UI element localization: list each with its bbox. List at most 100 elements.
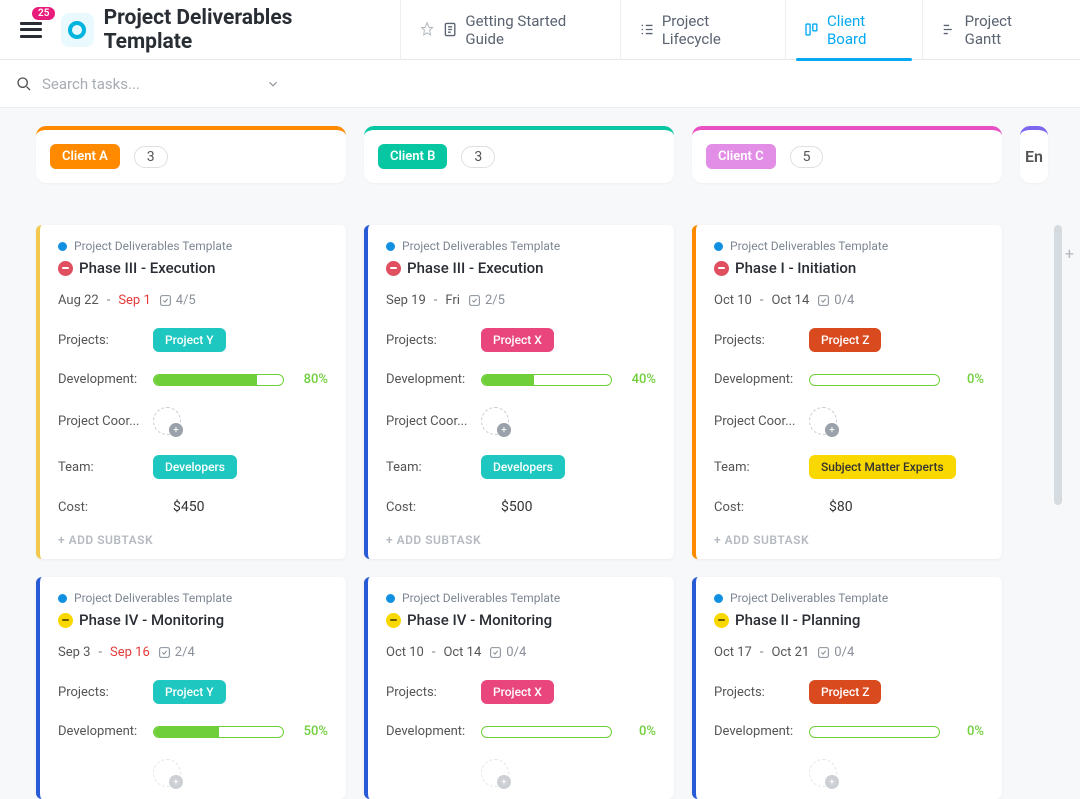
field-development: Development:0% — [386, 724, 656, 739]
assign-avatar[interactable] — [153, 407, 181, 435]
search-icon — [16, 76, 32, 92]
card-title: Phase IV - Monitoring — [386, 611, 656, 629]
add-subtask-button[interactable]: + ADD SUBTASK — [58, 533, 328, 547]
space-dot-icon — [714, 242, 723, 251]
space-icon[interactable] — [61, 13, 94, 47]
status-icon — [58, 261, 73, 276]
assign-avatar[interactable] — [809, 407, 837, 435]
progress-bar — [809, 374, 940, 386]
add-subtask-button[interactable]: + ADD SUBTASK — [386, 533, 656, 547]
space-dot-icon — [386, 242, 395, 251]
column-chip: Client B — [378, 144, 447, 169]
card-dates: Sep 3-Sep 16 2/4 — [58, 645, 328, 660]
menu-button[interactable]: 25 — [14, 12, 49, 48]
column-header-a[interactable]: Client A 3 — [36, 126, 346, 183]
field-cost: Cost:$500 — [386, 499, 656, 515]
tab-lifecycle[interactable]: Project Lifecycle — [620, 0, 785, 60]
card-dates: Aug 22-Sep 1 4/5 — [58, 293, 328, 308]
task-card[interactable]: Project Deliverables Template Phase I - … — [692, 225, 1002, 559]
project-tag[interactable]: Project Z — [809, 680, 881, 704]
space-dot-icon — [714, 594, 723, 603]
assign-avatar[interactable] — [153, 759, 181, 787]
field-projects: Projects:Project X — [386, 328, 656, 352]
field-coordinator — [386, 759, 656, 787]
field-team: Team:Developers — [58, 455, 328, 479]
add-column-icon[interactable]: + — [1065, 244, 1074, 263]
column-header-c[interactable]: Client C 5 — [692, 126, 1002, 183]
card-title: Phase III - Execution — [58, 259, 328, 277]
space-dot-icon — [58, 242, 67, 251]
view-tabs: Getting Started Guide Project Lifecycle … — [400, 0, 1066, 60]
assign-avatar[interactable] — [481, 759, 509, 787]
project-tag[interactable]: Project Y — [153, 680, 226, 704]
task-card[interactable]: Project Deliverables Template Phase II -… — [692, 577, 1002, 799]
project-tag[interactable]: Project Z — [809, 328, 881, 352]
team-tag[interactable]: Subject Matter Experts — [809, 455, 956, 479]
column-header-extra[interactable]: En — [1020, 126, 1048, 183]
pin-icon — [419, 21, 435, 38]
progress-bar — [153, 374, 284, 386]
field-development: Development:0% — [714, 724, 984, 739]
field-coordinator — [714, 759, 984, 787]
board-headers: Client A 3 Client B 3 Client C 5 En — [0, 108, 1080, 183]
add-subtask-button[interactable]: + ADD SUBTASK — [714, 533, 984, 547]
task-card[interactable]: Project Deliverables Template Phase IV -… — [36, 577, 346, 799]
board-column: Project Deliverables Template Phase III … — [364, 225, 674, 799]
column-count: 3 — [134, 146, 168, 168]
assign-avatar[interactable] — [481, 407, 509, 435]
card-dates: Oct 10-Oct 14 0/4 — [714, 293, 984, 308]
board-column: Project Deliverables Template Phase I - … — [692, 225, 1002, 799]
team-tag[interactable]: Developers — [481, 455, 565, 479]
task-card[interactable]: Project Deliverables Template Phase IV -… — [364, 577, 674, 799]
column-count: 5 — [790, 146, 824, 168]
status-icon — [386, 261, 401, 276]
project-tag[interactable]: Project X — [481, 328, 554, 352]
status-icon — [714, 261, 729, 276]
checklist-count: 0/4 — [817, 293, 854, 308]
breadcrumb: Project Deliverables Template — [386, 591, 656, 605]
search-input[interactable] — [42, 75, 256, 93]
field-coordinator: Project Coor... — [58, 407, 328, 435]
column-chip: Client A — [50, 144, 120, 169]
tab-label: Project Lifecycle — [662, 12, 767, 48]
tab-gantt[interactable]: Project Gantt — [922, 0, 1066, 60]
status-icon — [58, 613, 73, 628]
scrollbar[interactable] — [1054, 225, 1062, 505]
checklist-count: 2/5 — [468, 293, 505, 308]
progress-bar — [481, 726, 612, 738]
task-card[interactable]: Project Deliverables Template Phase III … — [36, 225, 346, 559]
team-tag[interactable]: Developers — [153, 455, 237, 479]
column-header-b[interactable]: Client B 3 — [364, 126, 674, 183]
field-projects: Projects:Project Y — [58, 328, 328, 352]
tab-client-board[interactable]: Client Board — [785, 0, 923, 60]
assign-avatar[interactable] — [809, 759, 837, 787]
project-tag[interactable]: Project X — [481, 680, 554, 704]
task-card[interactable]: Project Deliverables Template Phase III … — [364, 225, 674, 559]
space-dot-icon — [58, 594, 67, 603]
gantt-icon — [941, 21, 957, 38]
breadcrumb: Project Deliverables Template — [714, 591, 984, 605]
progress-bar — [809, 726, 940, 738]
status-icon — [386, 613, 401, 628]
breadcrumb: Project Deliverables Template — [714, 239, 984, 253]
space-dot-icon — [386, 594, 395, 603]
project-tag[interactable]: Project Y — [153, 328, 226, 352]
field-team: Team:Subject Matter Experts — [714, 455, 984, 479]
field-projects: Projects:Project X — [386, 680, 656, 704]
card-dates: Sep 19-Fri 2/5 — [386, 293, 656, 308]
field-cost: Cost:$80 — [714, 499, 984, 515]
field-projects: Projects:Project Z — [714, 680, 984, 704]
checklist-count: 2/4 — [158, 645, 195, 660]
breadcrumb: Project Deliverables Template — [386, 239, 656, 253]
field-coordinator: Project Coor... — [386, 407, 656, 435]
checklist-count: 0/4 — [817, 645, 854, 660]
breadcrumb: Project Deliverables Template — [58, 239, 328, 253]
circle-icon — [68, 21, 86, 39]
card-dates: Oct 10-Oct 14 0/4 — [386, 645, 656, 660]
app-header: 25 Project Deliverables Template Getting… — [0, 0, 1080, 60]
chevron-down-icon[interactable] — [266, 77, 280, 91]
tab-label: Getting Started Guide — [465, 12, 601, 48]
tab-getting-started[interactable]: Getting Started Guide — [400, 0, 620, 60]
card-dates: Oct 17-Oct 21 0/4 — [714, 645, 984, 660]
list-icon — [639, 21, 655, 38]
